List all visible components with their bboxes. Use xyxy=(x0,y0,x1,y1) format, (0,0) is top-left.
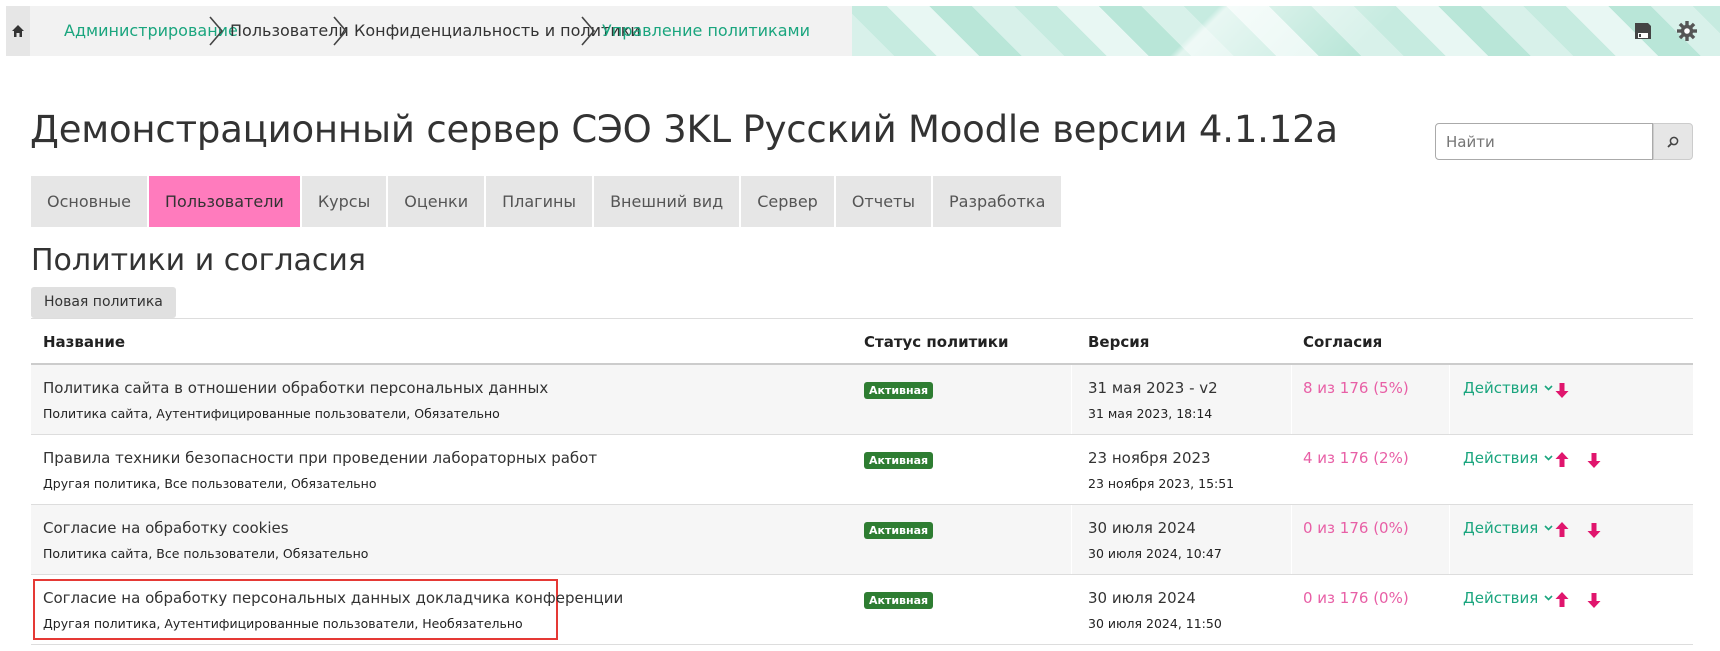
consents-link[interactable]: 0 из 176 (0%) xyxy=(1303,589,1409,607)
save-icon xyxy=(1635,23,1651,39)
status-badge: Активная xyxy=(864,382,934,399)
column-divider xyxy=(1071,505,1072,574)
tab-general[interactable]: Основные xyxy=(31,176,150,227)
column-header-version: Версия xyxy=(1088,333,1150,351)
move-up-button[interactable] xyxy=(1554,451,1570,469)
actions-label: Действия xyxy=(1463,519,1539,537)
policy-version: 30 июля 2024 xyxy=(1088,519,1196,537)
home-icon xyxy=(12,25,24,37)
admin-tabs: Основные Пользователи Курсы Оценки Плаги… xyxy=(31,176,1064,227)
arrow-down-icon xyxy=(1587,453,1601,468)
column-divider xyxy=(1291,365,1292,434)
tab-grades[interactable]: Оценки xyxy=(388,176,487,227)
table-row: Правила техники безопасности при проведе… xyxy=(31,435,1693,505)
gear-icon xyxy=(1677,21,1697,41)
tab-appearance[interactable]: Внешний вид xyxy=(594,176,742,227)
breadcrumb-item-manage-policies[interactable]: Управление политиками xyxy=(602,6,810,56)
policies-table: Название Статус политики Версия Согласия… xyxy=(31,318,1693,645)
column-divider xyxy=(1449,365,1450,434)
consents-link[interactable]: 0 из 176 (0%) xyxy=(1303,519,1409,537)
policy-version: 30 июля 2024 xyxy=(1088,589,1196,607)
breadcrumb-bar: Администрирование Пользователи Конфиденц… xyxy=(0,6,1720,56)
consents-link[interactable]: 8 из 176 (5%) xyxy=(1303,379,1409,397)
actions-menu[interactable]: Действия xyxy=(1463,379,1553,397)
save-button[interactable] xyxy=(1632,20,1654,42)
tab-courses[interactable]: Курсы xyxy=(301,176,389,227)
breadcrumb-separator xyxy=(330,15,350,47)
policy-name-link[interactable]: Согласие на обработку персональных данны… xyxy=(43,589,623,607)
column-divider xyxy=(1449,505,1450,574)
chevron-down-icon xyxy=(1544,385,1553,391)
header-pattern xyxy=(852,6,1720,56)
table-row: Согласие на обработку персональных данны… xyxy=(31,575,1693,645)
policy-version: 31 мая 2023 - v2 xyxy=(1088,379,1218,397)
page-heading: Политики и согласия xyxy=(31,243,366,278)
consents-link[interactable]: 4 из 176 (2%) xyxy=(1303,449,1409,467)
actions-menu[interactable]: Действия xyxy=(1463,449,1553,467)
table-row: Согласие на обработку cookies Политика с… xyxy=(31,505,1693,575)
breadcrumb-separator xyxy=(206,15,226,47)
move-down-button[interactable] xyxy=(1554,381,1570,399)
actions-menu[interactable]: Действия xyxy=(1463,519,1553,537)
move-down-button[interactable] xyxy=(1586,521,1602,539)
arrow-down-icon xyxy=(1587,523,1601,538)
search-input[interactable] xyxy=(1435,123,1653,160)
column-divider xyxy=(1071,365,1072,434)
move-up-button[interactable] xyxy=(1554,591,1570,609)
arrow-up-icon xyxy=(1555,522,1569,537)
new-policy-button[interactable]: Новая политика xyxy=(31,287,176,318)
column-header-name: Название xyxy=(43,333,126,351)
site-title: Демонстрационный сервер СЭО 3KL Русский … xyxy=(30,108,1338,151)
policy-version: 23 ноября 2023 xyxy=(1088,449,1211,467)
arrow-up-icon xyxy=(1555,452,1569,467)
column-divider xyxy=(1291,505,1292,574)
policy-name-link[interactable]: Согласие на обработку cookies xyxy=(43,519,289,537)
table-header: Название Статус политики Версия Согласия xyxy=(31,318,1693,365)
status-badge: Активная xyxy=(864,522,934,539)
arrow-up-icon xyxy=(1555,592,1569,607)
policy-meta: Другая политика, Аутентифицированные пол… xyxy=(43,616,523,631)
move-down-button[interactable] xyxy=(1586,591,1602,609)
chevron-down-icon xyxy=(1544,455,1553,461)
arrow-down-icon xyxy=(1587,593,1601,608)
policy-meta: Другая политика, Все пользователи, Обяза… xyxy=(43,476,377,491)
column-header-status: Статус политики xyxy=(864,333,1009,351)
actions-label: Действия xyxy=(1463,589,1539,607)
column-header-consents: Согласия xyxy=(1303,333,1383,351)
move-up-button[interactable] xyxy=(1554,521,1570,539)
status-badge: Активная xyxy=(864,592,934,609)
search-button[interactable] xyxy=(1653,123,1693,160)
status-badge: Активная xyxy=(864,452,934,469)
search-icon xyxy=(1667,136,1679,148)
policy-meta: Политика сайта, Все пользователи, Обязат… xyxy=(43,546,369,561)
breadcrumb: Администрирование Пользователи Конфиденц… xyxy=(30,6,852,56)
tab-plugins[interactable]: Плагины xyxy=(486,176,595,227)
policy-name-link[interactable]: Правила техники безопасности при проведе… xyxy=(43,449,597,467)
policy-version-date: 30 июля 2024, 10:47 xyxy=(1088,546,1222,561)
actions-label: Действия xyxy=(1463,379,1539,397)
arrow-down-icon xyxy=(1555,383,1569,398)
move-down-button[interactable] xyxy=(1586,451,1602,469)
tab-development[interactable]: Разработка xyxy=(933,176,1064,227)
policy-version-date: 23 ноября 2023, 15:51 xyxy=(1088,476,1235,491)
policy-name-link[interactable]: Политика сайта в отношении обработки пер… xyxy=(43,379,548,397)
policy-version-date: 31 мая 2023, 18:14 xyxy=(1088,406,1213,421)
tab-reports[interactable]: Отчеты xyxy=(835,176,933,227)
actions-menu[interactable]: Действия xyxy=(1463,589,1553,607)
chevron-down-icon xyxy=(1544,525,1553,531)
settings-button[interactable] xyxy=(1676,20,1698,42)
actions-label: Действия xyxy=(1463,449,1539,467)
chevron-down-icon xyxy=(1544,595,1553,601)
home-link[interactable] xyxy=(6,6,30,56)
table-row: Политика сайта в отношении обработки пер… xyxy=(31,365,1693,435)
tab-users[interactable]: Пользователи xyxy=(149,176,302,227)
policy-meta: Политика сайта, Аутентифицированные поль… xyxy=(43,406,500,421)
breadcrumb-separator xyxy=(578,15,598,47)
policy-version-date: 30 июля 2024, 11:50 xyxy=(1088,616,1222,631)
tab-server[interactable]: Сервер xyxy=(741,176,836,227)
